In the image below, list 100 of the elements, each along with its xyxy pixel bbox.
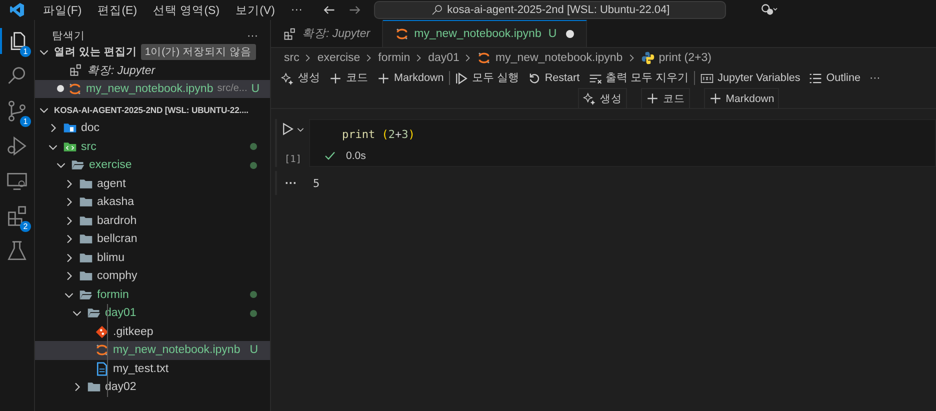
menu-item[interactable]: 보기(V) bbox=[228, 2, 283, 18]
tree-item[interactable]: comphy bbox=[35, 267, 270, 286]
extension-icon bbox=[69, 63, 83, 78]
tree-item[interactable]: day02 bbox=[35, 378, 270, 396]
notification-badge: 2 bbox=[20, 221, 31, 232]
insert-cell-button[interactable]: 코드 bbox=[640, 88, 690, 108]
run-debug-icon bbox=[6, 135, 28, 157]
open-folder-icon bbox=[87, 306, 101, 320]
breadcrumb[interactable]: my_new_notebook.ipynb bbox=[495, 52, 623, 64]
search-icon bbox=[6, 65, 28, 87]
toolbar-button[interactable]: Outline bbox=[809, 72, 860, 84]
toolbar-button[interactable]: 생성 bbox=[281, 71, 320, 85]
document-folder-icon bbox=[63, 121, 77, 136]
breadcrumb[interactable]: print (2+3) bbox=[658, 52, 712, 64]
notification-badge: 1 bbox=[20, 116, 31, 127]
toolbar-button[interactable]: 모두 실행 bbox=[454, 71, 519, 85]
toolbar-button[interactable]: Restart bbox=[528, 72, 580, 84]
extension-icon bbox=[283, 26, 297, 40]
menu-item[interactable]: ··· bbox=[282, 4, 310, 16]
monitor-icon bbox=[6, 170, 28, 192]
insert-cell-button[interactable]: Markdown bbox=[704, 88, 780, 108]
insert-cell-button[interactable]: 생성 bbox=[578, 88, 627, 108]
folder-icon bbox=[79, 269, 93, 284]
variables-icon bbox=[700, 72, 714, 84]
tree-item[interactable]: blimu bbox=[35, 248, 270, 267]
notebook-icon bbox=[477, 51, 492, 65]
execution-time: 0.0s bbox=[346, 150, 366, 162]
extensions-icon bbox=[6, 205, 28, 227]
restart-icon bbox=[528, 72, 541, 84]
notification-badge: 1 bbox=[20, 46, 31, 57]
tree-item[interactable]: src bbox=[35, 138, 270, 156]
folder-icon bbox=[79, 250, 93, 265]
run-cell-button[interactable] bbox=[281, 122, 305, 136]
notebook-icon bbox=[395, 27, 410, 41]
sparkle-icon bbox=[281, 72, 294, 84]
arrow-left-icon bbox=[322, 3, 336, 17]
execution-count: [1] bbox=[284, 154, 302, 165]
menu-item[interactable]: 파일(F) bbox=[35, 2, 90, 18]
unsaved-badge: 1이(가) 저장되지 않음 bbox=[140, 44, 256, 60]
folder-icon bbox=[87, 380, 101, 394]
unsaved-dot bbox=[57, 85, 64, 92]
activity-bar-button[interactable]: 1 bbox=[0, 98, 34, 124]
folder-icon bbox=[79, 214, 93, 228]
play-icon bbox=[281, 122, 295, 136]
git-icon bbox=[95, 324, 109, 339]
open-folder-icon bbox=[79, 288, 93, 302]
toolbar-button[interactable]: 출력 모두 지우기 bbox=[588, 71, 689, 85]
section-title[interactable]: 열려 있는 편집기 bbox=[54, 44, 137, 58]
breadcrumb[interactable]: src bbox=[284, 52, 300, 64]
breadcrumb[interactable]: formin bbox=[378, 52, 410, 64]
command-center[interactable]: kosa-ai-agent-2025-2nd [WSL: Ubuntu-22.04] bbox=[374, 1, 726, 19]
tree-item[interactable]: akasha bbox=[35, 193, 270, 212]
breadcrumb[interactable]: exercise bbox=[317, 52, 360, 64]
run-all-icon bbox=[454, 72, 468, 84]
branch-icon bbox=[6, 100, 28, 122]
back-button[interactable] bbox=[322, 3, 336, 17]
code-folder-icon bbox=[63, 140, 77, 154]
menu-item[interactable]: 편집(E) bbox=[90, 2, 146, 18]
code-line: print (2+3) bbox=[342, 128, 416, 143]
folder-icon bbox=[79, 176, 93, 191]
toolbar-button[interactable]: Jupyter Variables bbox=[700, 72, 800, 84]
toolbar-button[interactable]: Markdown bbox=[377, 72, 444, 84]
open-folder-icon bbox=[71, 158, 85, 172]
changes-dot bbox=[250, 143, 257, 150]
notebook-icon bbox=[95, 343, 109, 358]
arrow-right-icon bbox=[348, 3, 362, 17]
plus-icon bbox=[377, 72, 390, 84]
notebook-icon bbox=[68, 82, 82, 96]
code-cell[interactable]: print (2+3) 0.0s bbox=[309, 119, 936, 167]
section-title[interactable]: KOSA-AI-AGENT-2025-2ND [WSL: UBUNTU-22.... bbox=[54, 104, 248, 114]
text-file-icon bbox=[95, 362, 109, 376]
clear-outputs-icon bbox=[588, 72, 602, 84]
tree-item[interactable]: bardroh bbox=[35, 212, 270, 230]
plus-icon bbox=[329, 72, 342, 84]
outline-icon bbox=[809, 72, 822, 84]
menu-item[interactable]: 선택 영역(S) bbox=[145, 2, 228, 18]
activity-bar-button[interactable]: 2 bbox=[0, 203, 34, 229]
changes-dot bbox=[250, 291, 257, 298]
tree-item[interactable]: my_test.txt bbox=[35, 360, 270, 378]
tree-item[interactable]: bellcran bbox=[35, 230, 270, 248]
tree-item[interactable]: agent bbox=[35, 174, 270, 193]
tree-item[interactable]: my_new_notebook.ipynb U bbox=[35, 341, 270, 360]
changes-dot bbox=[250, 310, 257, 317]
editor-tab[interactable]: my_new_notebook.ipynb U bbox=[383, 20, 587, 47]
tree-item[interactable]: day01 bbox=[35, 304, 270, 322]
open-editor-item[interactable]: 확장: Jupyter bbox=[35, 61, 270, 80]
toolbar-button[interactable]: ··· bbox=[869, 72, 880, 84]
tree-item[interactable]: doc bbox=[35, 119, 270, 138]
open-editor-item[interactable]: my_new_notebook.ipynb src/e... U bbox=[35, 80, 270, 98]
tree-item[interactable]: exercise bbox=[35, 156, 270, 174]
panel-title: 탐색기 bbox=[52, 28, 85, 42]
output-actions-button[interactable]: ··· bbox=[285, 176, 297, 190]
toolbar-button[interactable]: 코드 bbox=[329, 71, 368, 85]
forward-button[interactable] bbox=[348, 3, 362, 17]
python-icon bbox=[640, 51, 655, 65]
more-actions-button[interactable]: ··· bbox=[247, 30, 258, 42]
unsaved-dot bbox=[566, 30, 574, 38]
breadcrumb[interactable]: day01 bbox=[428, 52, 460, 64]
tree-item[interactable]: formin bbox=[35, 286, 270, 304]
cell-output: 5 bbox=[313, 176, 320, 190]
